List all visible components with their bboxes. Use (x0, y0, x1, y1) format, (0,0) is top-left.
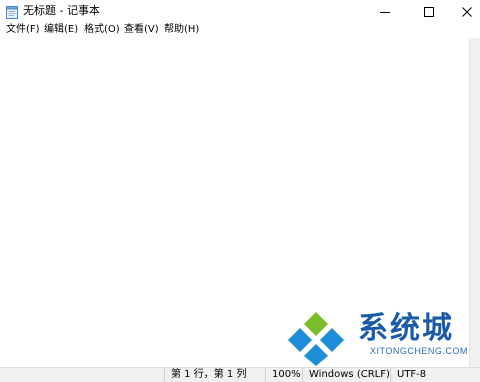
status-zoom: 100% (265, 368, 302, 382)
title-bar[interactable]: 无标题 - 记事本 (0, 0, 480, 22)
notepad-window: 无标题 - 记事本 文件(F) 编辑(E) 格式(O) 查看(V) 帮助(H) (0, 0, 480, 382)
close-icon (462, 2, 472, 21)
vertical-scrollbar[interactable] (469, 38, 480, 367)
status-bar: 第 1 行，第 1 列 100% Windows (CRLF) UTF-8 (0, 367, 480, 382)
menu-bar: 文件(F) 编辑(E) 格式(O) 查看(V) 帮助(H) (0, 22, 480, 38)
menu-format[interactable]: 格式(O) (84, 23, 120, 37)
menu-file[interactable]: 文件(F) (6, 23, 40, 37)
minimize-icon (380, 2, 390, 21)
menu-edit[interactable]: 编辑(E) (44, 23, 78, 37)
menu-view[interactable]: 查看(V) (124, 23, 159, 37)
close-button[interactable] (448, 0, 480, 22)
status-cursor-position: 第 1 行，第 1 列 (164, 368, 265, 382)
maximize-button[interactable] (410, 0, 448, 22)
window-title: 无标题 - 记事本 (23, 4, 100, 17)
menu-help[interactable]: 帮助(H) (164, 23, 199, 37)
minimize-button[interactable] (366, 0, 404, 22)
text-editor[interactable] (0, 38, 469, 367)
maximize-icon (424, 2, 434, 21)
notepad-icon (6, 4, 18, 19)
status-encoding: UTF-8 (390, 368, 480, 382)
status-line-ending: Windows (CRLF) (302, 368, 390, 382)
